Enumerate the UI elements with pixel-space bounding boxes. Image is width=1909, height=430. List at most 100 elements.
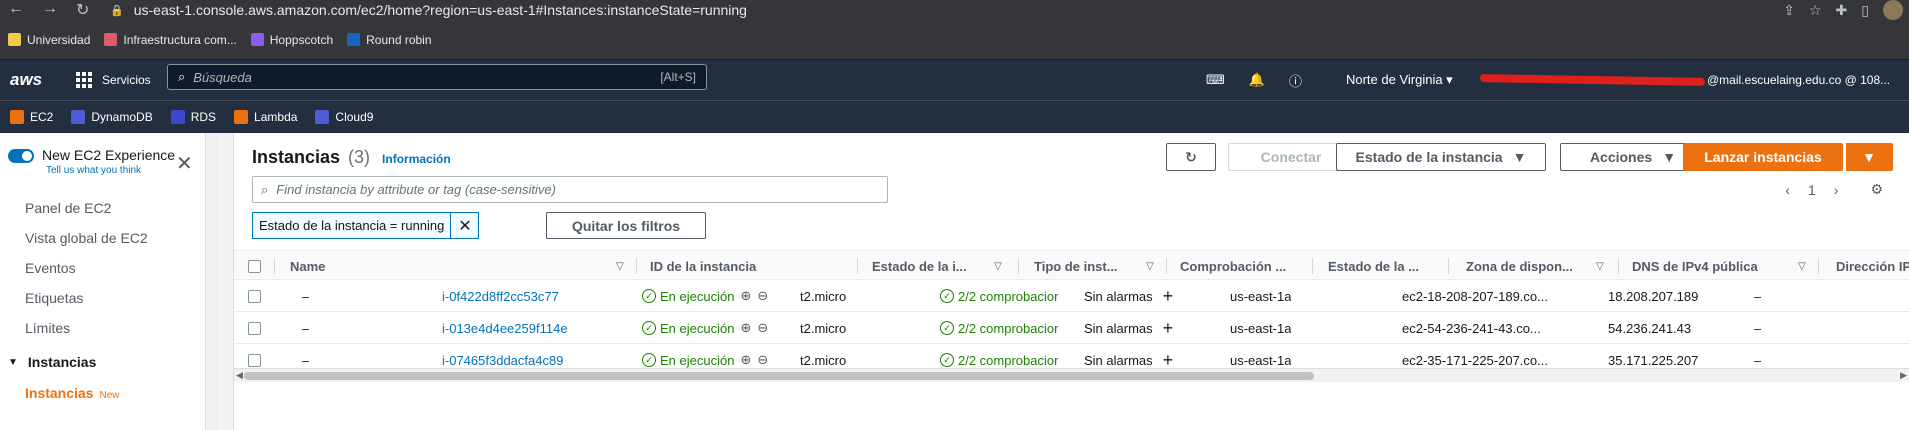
launch-dropdown-button[interactable]: ▼: [1845, 143, 1893, 171]
info-link[interactable]: Información: [382, 152, 451, 166]
col-public-ip[interactable]: Dirección IP...: [1836, 251, 1909, 281]
search-icon: ⌕: [261, 181, 269, 197]
sort-icon[interactable]: ▽: [994, 261, 1002, 272]
instance-type: t2.micro: [800, 320, 847, 336]
zoom-out-icon[interactable]: ⊖: [757, 352, 768, 368]
star-icon[interactable]: ☆: [1809, 2, 1822, 19]
page-number[interactable]: 1: [1808, 182, 1816, 198]
cloudshell-icon[interactable]: ⌨: [1206, 72, 1225, 88]
extensions-icon[interactable]: ✚: [1836, 2, 1848, 19]
launch-instances-button[interactable]: Lanzar instancias: [1683, 143, 1843, 171]
experience-title: New EC2 Experience: [42, 147, 176, 163]
col-status-check[interactable]: Comprobación ...: [1180, 251, 1286, 281]
forward-icon[interactable]: →: [42, 0, 58, 20]
row-checkbox[interactable]: [248, 280, 261, 312]
lambda-icon: [234, 110, 249, 124]
bookmark-icon: [347, 33, 361, 46]
availability-zone: us-east-1a: [1230, 320, 1292, 336]
prev-page-icon[interactable]: ‹: [1785, 182, 1790, 198]
instance-count: (3): [348, 147, 371, 167]
sidebar-item-instances[interactable]: Instancias New: [25, 385, 120, 401]
col-alarm-state[interactable]: Estado de la ...: [1328, 251, 1419, 281]
fav-cloud9[interactable]: Cloud9: [315, 110, 373, 124]
status-check[interactable]: ✓ 2/2 comprobacior: [940, 312, 1078, 344]
table-row[interactable]: – i-0f422d8ff2cc53c77 ✓ En ejecución ⊕ ⊖ t2…: [234, 280, 1909, 312]
account-menu[interactable]: @mail.escuelaing.edu.co @ 108...: [1479, 60, 1890, 100]
zoom-out-icon[interactable]: ⊖: [757, 320, 768, 336]
col-state[interactable]: Estado de la i...: [872, 251, 967, 281]
refresh-button[interactable]: ↻: [1166, 143, 1216, 171]
bookmark-infraestructura[interactable]: Infraestructura com...: [104, 33, 237, 47]
sidebar-item-global-view[interactable]: Vista global de EC2: [25, 223, 148, 253]
sidebar-item-panel[interactable]: Panel de EC2: [25, 193, 148, 223]
sort-icon[interactable]: ▽: [616, 261, 624, 272]
services-menu[interactable]: Servicios: [76, 72, 151, 88]
fav-rds[interactable]: RDS: [170, 110, 216, 124]
sidebar-item-events[interactable]: Eventos: [25, 253, 148, 283]
browser-toolbar: ← → ↻ 🔒 us-east-1.console.aws.amazon.com…: [0, 0, 1909, 20]
sort-icon[interactable]: ▽: [1798, 261, 1806, 272]
col-public-dns[interactable]: DNS de IPv4 pública: [1632, 251, 1758, 281]
filter-token-label[interactable]: Estado de la instancia = running: [252, 212, 452, 239]
sidebar-scrollbar[interactable]: [205, 133, 217, 430]
panel-divider: [218, 133, 234, 430]
table-row[interactable]: – i-013e4d4ee259f114e ✓ En ejecución ⊕ ⊖ t2…: [234, 312, 1909, 344]
sidebar-item-tags[interactable]: Etiquetas: [25, 283, 148, 313]
col-name[interactable]: Name: [290, 251, 325, 281]
plus-icon[interactable]: +: [1163, 318, 1174, 339]
search-input[interactable]: ⌕ Búsqueda [Alt+S]: [167, 64, 707, 90]
scroll-left-icon[interactable]: ◀: [236, 370, 243, 381]
zoom-in-icon[interactable]: ⊕: [740, 288, 751, 304]
plus-icon[interactable]: +: [1163, 286, 1174, 307]
zoom-in-icon[interactable]: ⊕: [740, 320, 751, 336]
sidepanel-icon[interactable]: ▯: [1861, 2, 1869, 19]
bookmark-round-robin[interactable]: Round robin: [347, 33, 432, 47]
help-icon[interactable]: ⓘ: [1289, 71, 1302, 90]
share-icon[interactable]: ⇪: [1783, 2, 1795, 19]
scrollbar-thumb[interactable]: [244, 372, 1314, 380]
toggle-switch[interactable]: [8, 149, 34, 163]
fav-ec2[interactable]: EC2: [10, 110, 53, 124]
back-icon[interactable]: ←: [8, 0, 24, 20]
col-availability-zone[interactable]: Zona de dispon...: [1466, 251, 1573, 281]
instance-state-button[interactable]: Estado de la instancia ▼: [1336, 143, 1546, 171]
col-type[interactable]: Tipo de inst...: [1034, 251, 1118, 281]
avatar[interactable]: [1883, 0, 1903, 20]
zoom-out-icon[interactable]: ⊖: [757, 288, 768, 304]
clear-filters-button[interactable]: Quitar los filtros: [546, 212, 706, 239]
fav-dynamodb[interactable]: DynamoDB: [71, 110, 153, 124]
sort-icon[interactable]: ▽: [1596, 261, 1604, 272]
select-all-checkbox[interactable]: [248, 251, 261, 281]
next-page-icon[interactable]: ›: [1834, 182, 1839, 198]
folder-icon: [8, 33, 21, 46]
region-selector[interactable]: Norte de Virginia ▾: [1346, 72, 1453, 88]
zoom-in-icon[interactable]: ⊕: [740, 352, 751, 368]
bookmarks-bar: Universidad Infraestructura com... Hopps…: [0, 20, 1909, 60]
fav-lambda[interactable]: Lambda: [234, 110, 297, 124]
check-circle-icon: ✓: [642, 353, 656, 367]
sort-icon[interactable]: ▽: [1146, 261, 1154, 272]
col-instance-id[interactable]: ID de la instancia: [650, 251, 756, 281]
address-bar[interactable]: 🔒 us-east-1.console.aws.amazon.com/ec2/h…: [110, 0, 747, 20]
bell-icon[interactable]: 🔔: [1249, 72, 1265, 88]
bookmark-universidad[interactable]: Universidad: [8, 33, 90, 47]
bookmark-icon: [104, 33, 118, 46]
horizontal-scrollbar[interactable]: ◀ ▶: [234, 368, 1909, 382]
instance-id-link[interactable]: i-013e4d4ee259f114e: [442, 312, 568, 344]
aws-header: aws Servicios ⌕ Búsqueda [Alt+S] ⌨ 🔔 ⓘ N…: [0, 60, 1909, 100]
aws-logo[interactable]: aws: [0, 70, 50, 90]
sidebar-item-limits[interactable]: Límites: [25, 313, 148, 343]
gear-icon[interactable]: ⚙: [1870, 181, 1883, 198]
close-icon[interactable]: ✕: [176, 151, 193, 176]
sidebar-section-instances[interactable]: ▼ Instancias: [8, 354, 96, 370]
feedback-link[interactable]: Tell us what you think: [46, 165, 175, 176]
scroll-right-icon[interactable]: ▶: [1900, 370, 1907, 381]
instance-type: t2.micro: [800, 288, 847, 304]
filter-input[interactable]: ⌕ Find instancia by attribute or tag (ca…: [252, 176, 888, 203]
row-checkbox[interactable]: [248, 312, 261, 344]
bookmark-hoppscotch[interactable]: Hoppscotch: [250, 33, 333, 47]
close-icon[interactable]: ✕: [451, 212, 480, 239]
instance-id-link[interactable]: i-0f422d8ff2cc53c77: [442, 280, 559, 312]
status-check[interactable]: ✓ 2/2 comprobacior: [940, 280, 1078, 312]
reload-icon[interactable]: ↻: [76, 0, 89, 20]
